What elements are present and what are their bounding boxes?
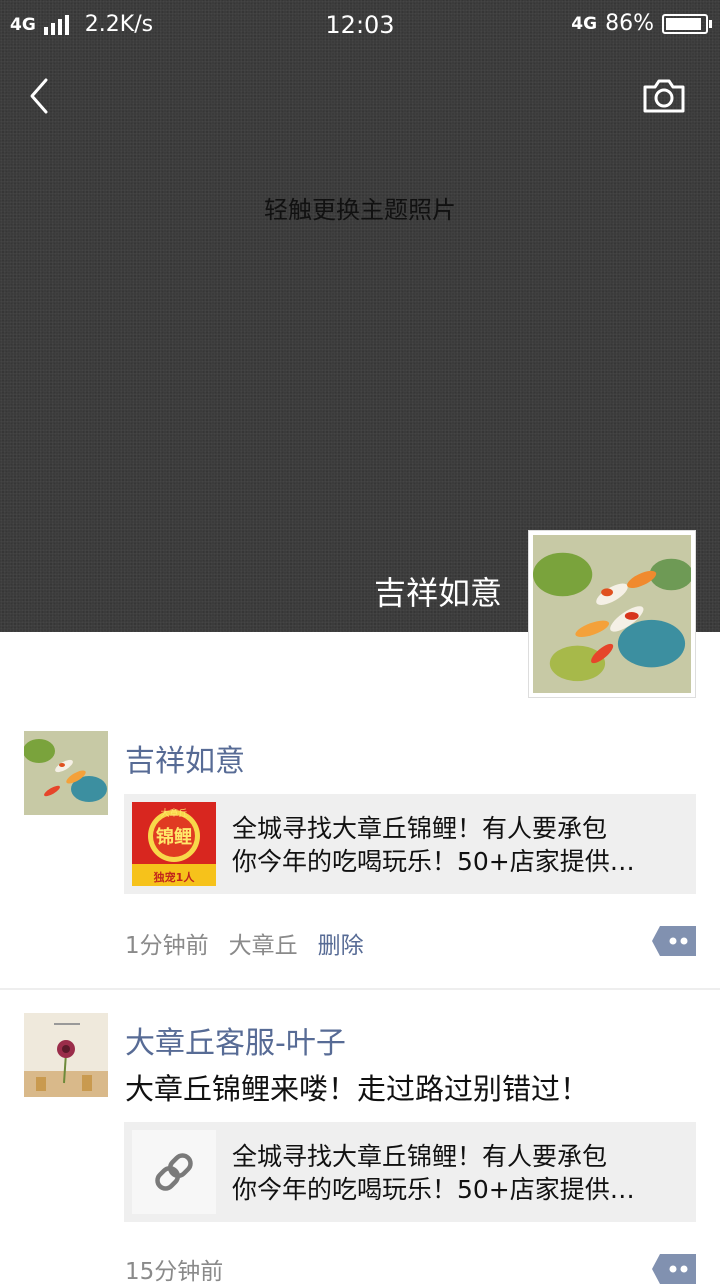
post-avatar[interactable] bbox=[24, 1013, 108, 1097]
post-meta: 15分钟前 bbox=[125, 1252, 223, 1286]
card-title-line1: 全城寻找大章丘锦鲤！有人要承包 bbox=[232, 814, 608, 843]
link-card[interactable]: 大章丘 锦鲤 独宠1人 全城寻找大章丘锦鲤！有人要承包 你今年的吃喝玩乐！50+… bbox=[124, 794, 696, 894]
link-card[interactable]: 全城寻找大章丘锦鲤！有人要承包 你今年的吃喝玩乐！50+店家提供… bbox=[124, 1122, 696, 1222]
link-icon bbox=[155, 1153, 193, 1191]
post-author[interactable]: 大章丘客服-叶子 bbox=[125, 1018, 346, 1062]
card-title-line2: 你今年的吃喝玩乐！50+店家提供… bbox=[232, 847, 635, 876]
koi-avatar-image bbox=[24, 731, 108, 815]
card-title: 全城寻找大章丘锦鲤！有人要承包 你今年的吃喝玩乐！50+店家提供… bbox=[232, 812, 682, 878]
battery-icon bbox=[662, 13, 712, 34]
card-title: 全城寻找大章丘锦鲤！有人要承包 你今年的吃喝玩乐！50+店家提供… bbox=[232, 1140, 682, 1206]
thumb-main-text: 锦鲤 bbox=[156, 826, 192, 848]
profile-name: 吉祥如意 bbox=[373, 574, 502, 612]
koi-painting-image bbox=[533, 535, 691, 693]
card-thumbnail bbox=[132, 1130, 216, 1214]
camera-icon bbox=[643, 79, 685, 113]
post-meta: 1分钟前 大章丘 删除 bbox=[125, 926, 364, 960]
battery-percent: 86% bbox=[605, 11, 654, 36]
card-title-line2: 你今年的吃喝玩乐！50+店家提供… bbox=[232, 1175, 635, 1204]
thumb-bottom-text: 独宠1人 bbox=[153, 870, 196, 884]
profile-avatar[interactable] bbox=[528, 530, 696, 698]
post-text: 大章丘锦鲤来喽！走过路过别错过！ bbox=[125, 1072, 590, 1106]
post-author[interactable]: 吉祥如意 bbox=[125, 736, 245, 780]
more-dots-icon bbox=[652, 926, 696, 956]
network-type-right: 4G bbox=[571, 13, 598, 34]
post-avatar[interactable] bbox=[24, 731, 108, 815]
change-cover-hint[interactable]: 轻触更换主题照片 bbox=[0, 190, 720, 225]
moment-post: 吉祥如意 大章丘 锦鲤 独宠1人 全城寻找大章丘锦鲤！有人要承包 你今年的吃喝玩… bbox=[0, 700, 720, 990]
delete-button[interactable]: 删除 bbox=[318, 926, 364, 960]
status-bar: 4G 2.2K/s 12:03 4G 86% bbox=[0, 0, 720, 50]
post-time: 1分钟前 bbox=[125, 933, 209, 959]
moment-post: 大章丘客服-叶子 大章丘锦鲤来喽！走过路过别错过！ 全城寻找大章丘锦鲤！有人要承… bbox=[0, 990, 720, 1285]
card-title-line1: 全城寻找大章丘锦鲤！有人要承包 bbox=[232, 1142, 608, 1171]
post-location[interactable]: 大章丘 bbox=[229, 926, 298, 960]
camera-button[interactable] bbox=[640, 76, 688, 116]
thumb-top-text: 大章丘 bbox=[160, 807, 187, 819]
koi-promo-image: 大章丘 锦鲤 独宠1人 bbox=[132, 802, 216, 886]
flower-avatar-image bbox=[24, 1013, 108, 1097]
back-button[interactable] bbox=[22, 74, 62, 118]
card-thumbnail: 大章丘 锦鲤 独宠1人 bbox=[132, 802, 216, 886]
comment-button[interactable] bbox=[652, 926, 696, 956]
post-time: 15分钟前 bbox=[125, 1259, 224, 1285]
chevron-left-icon bbox=[30, 78, 48, 114]
